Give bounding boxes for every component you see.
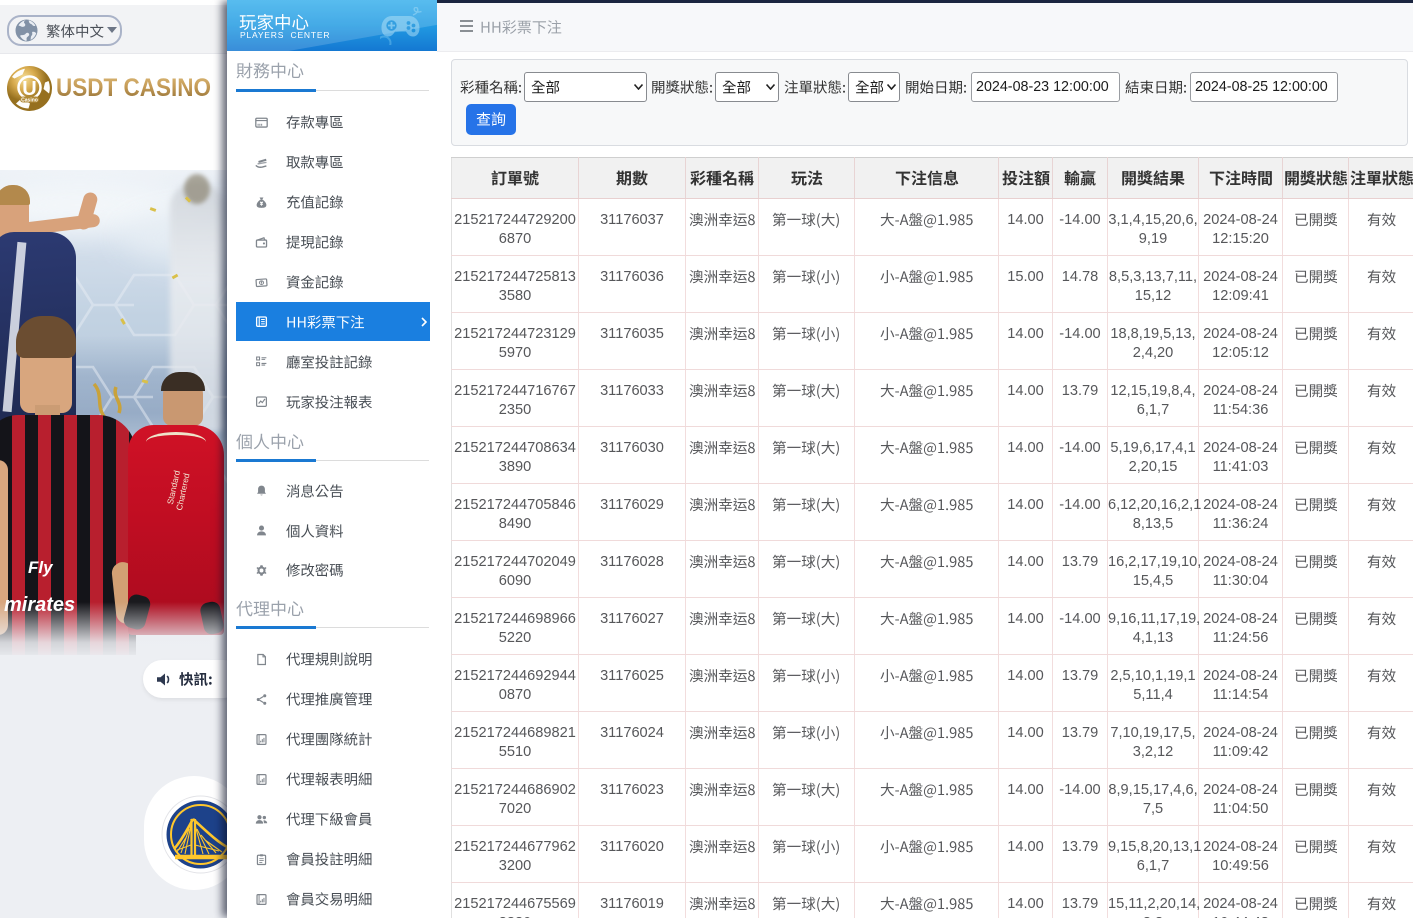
svg-text:Casino: Casino [21, 97, 38, 103]
